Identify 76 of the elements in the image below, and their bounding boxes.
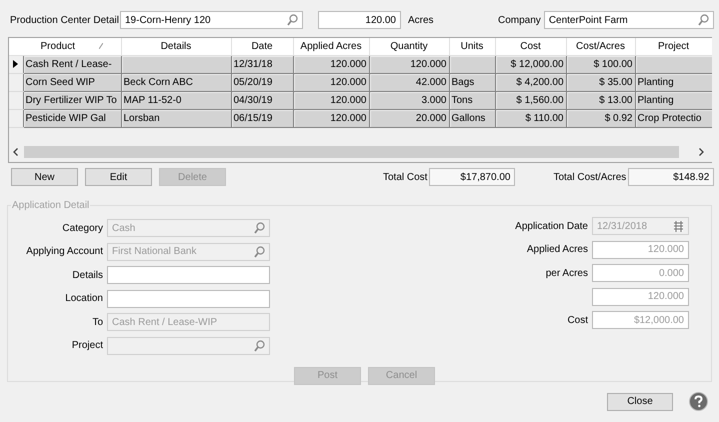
table-cell: 3.000 (369, 91, 449, 109)
table-cell: 20.000 (369, 109, 449, 127)
table-cell: $ 1,560.00 (495, 91, 566, 109)
total-label: Total Cost (383, 172, 428, 182)
total-field: $148.92 (628, 168, 714, 186)
column-header[interactable]: Project (635, 38, 712, 55)
field-label: Details (71, 270, 104, 280)
input-field[interactable]: 120.00 (318, 11, 401, 29)
field-label: Applied Acres (526, 244, 589, 255)
group-title: Application Detail (11, 200, 90, 211)
unit-label: Acres (408, 14, 435, 26)
column-header[interactable]: Cost (495, 38, 566, 55)
table-cell: 12/31/18 (231, 55, 293, 73)
table-cell: Gallons (449, 109, 495, 127)
chevron-left-icon[interactable] (13, 148, 18, 156)
column-header[interactable]: Date (231, 38, 293, 55)
input-field[interactable]: CenterPoint Farm (544, 11, 714, 29)
table-cell: Bags (449, 73, 495, 91)
field-label: Production Center Detail (10, 14, 120, 26)
table-cell: Lorsban (121, 109, 231, 127)
column-header[interactable]: Units (449, 38, 495, 55)
field-label: Project (70, 340, 104, 351)
scrollbar-thumb[interactable] (24, 146, 679, 158)
current-row-icon (13, 60, 18, 68)
table-cell: MAP 11-52-0 (121, 91, 231, 109)
table-cell (449, 55, 495, 73)
table-cell: Planting (635, 73, 712, 91)
input-field[interactable]: 19-Corn-Henry 120 (120, 11, 303, 29)
column-header[interactable]: Quantity (369, 38, 449, 55)
table-cell: Pesticide WIP Gal (23, 109, 121, 127)
table-cell: 120.000 (293, 73, 369, 91)
chevron-right-icon[interactable] (699, 148, 704, 156)
column-header[interactable]: Product (23, 38, 121, 55)
field-label: per Acres (544, 268, 589, 278)
table-cell: Corn Seed WIP (23, 73, 121, 91)
field-label: Applying Account (25, 246, 104, 257)
table-cell: Cash Rent / Lease- (23, 55, 121, 73)
search-icon[interactable] (698, 14, 709, 26)
action-button[interactable]: New (11, 168, 78, 186)
table-cell: 120.000 (293, 109, 369, 127)
table-cell: 04/30/19 (231, 91, 293, 109)
table-cell: $ 100.00 (566, 55, 635, 73)
table-cell: Tons (449, 91, 495, 109)
search-icon[interactable] (287, 14, 298, 26)
field-label: Company (498, 14, 541, 26)
row-header[interactable] (9, 55, 23, 73)
table-cell: 120.000 (293, 55, 369, 73)
table-cell: $ 13.00 (566, 91, 635, 109)
field-label: Cost (566, 314, 589, 326)
table-cell: $ 35.00 (566, 73, 635, 91)
table-cell: $ 110.00 (495, 109, 566, 127)
field-label: To (91, 316, 104, 328)
help-icon[interactable] (689, 392, 708, 411)
total-field: $17,870.00 (429, 168, 516, 186)
table-cell: Dry Fertilizer WIP To (23, 91, 121, 109)
table-cell: 120.000 (293, 91, 369, 109)
table-cell: $ 0.92 (566, 109, 635, 127)
close-button[interactable]: Close (607, 392, 673, 410)
field-label: Application Date (514, 220, 589, 232)
table-cell: 42.000 (369, 73, 449, 91)
field-label: Location (64, 293, 104, 304)
column-header[interactable]: Details (121, 38, 231, 55)
table-cell: 120.000 (369, 55, 449, 73)
table-cell: Crop Protectio (635, 109, 712, 127)
total-label: Total Cost/Acres (553, 172, 626, 182)
sort-icon (98, 42, 103, 49)
field-label: Category (61, 222, 104, 234)
action-button[interactable]: Edit (85, 168, 152, 186)
column-header[interactable]: Cost/Acres (566, 38, 635, 55)
table-cell: Beck Corn ABC (121, 73, 231, 91)
table-cell: 06/15/19 (231, 109, 293, 127)
table-cell: Planting (635, 91, 712, 109)
table-cell: 05/20/19 (231, 73, 293, 91)
column-header[interactable]: Applied Acres (293, 38, 369, 55)
table-cell: $ 12,000.00 (495, 55, 566, 73)
table-cell: $ 4,200.00 (495, 73, 566, 91)
